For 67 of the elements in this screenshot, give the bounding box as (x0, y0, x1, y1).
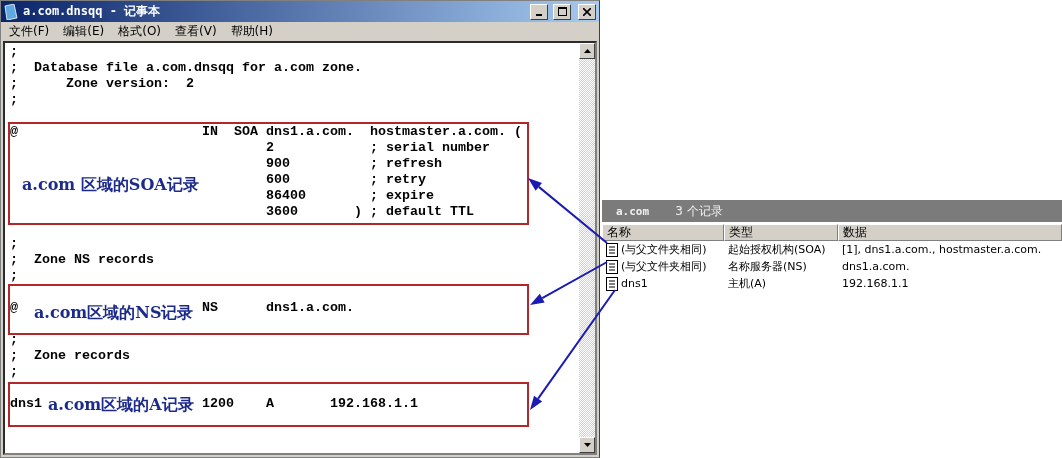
menu-item[interactable]: 查看(V) (175, 22, 217, 40)
code-text: IN SOA dns1.a.com. hostmaster.a.com. ( (201, 124, 522, 139)
code-text: ; (10, 92, 18, 107)
annotation-label: a.com区域的A记录 (48, 396, 194, 414)
code-text: ; (10, 364, 18, 379)
code-text: NS (201, 300, 218, 315)
menu-item[interactable]: 格式(O) (118, 22, 162, 40)
code-text: 1200 (201, 396, 234, 411)
code-text: ) ; default TTL (353, 204, 474, 219)
code-text: 2 (265, 140, 274, 155)
table-cell-text: dns1 (621, 276, 648, 292)
table-cell-text: 主机(A) (727, 276, 768, 292)
caret-up-icon (583, 49, 591, 53)
record-icon (606, 276, 618, 291)
column-header[interactable]: 名称 (602, 224, 724, 241)
notepad-icon (4, 3, 18, 20)
table-cell-text: [1], dns1.a.com., hostmaster.a.com. (841, 242, 1043, 258)
scroll-down-button[interactable] (579, 437, 595, 453)
code-text: 3600 (265, 204, 298, 219)
close-icon (583, 7, 591, 16)
close-button[interactable] (578, 3, 596, 20)
table-cell-text: (与父文件夹相同) (621, 242, 707, 258)
menu-item[interactable]: 编辑(E) (63, 22, 105, 40)
code-text: 900 (265, 156, 290, 171)
code-text: ; expire (369, 188, 434, 203)
code-text: 86400 (265, 188, 306, 203)
minimize-icon (536, 13, 542, 16)
code-text: ; Database file a.com.dnsqq for a.com zone. (10, 60, 362, 75)
code-text: Zone version: 2 (66, 76, 194, 91)
annotation-label: a.com区域的NS记录 (34, 304, 194, 322)
menu-item[interactable]: 文件(F) (9, 22, 50, 40)
code-text: ; refresh (369, 156, 442, 171)
code-text: ; Zone NS records (10, 252, 154, 267)
record-icon (606, 242, 618, 257)
code-text: ; (10, 44, 18, 59)
code-text: @ (10, 124, 18, 139)
menu-item[interactable]: 帮助(H) (230, 22, 273, 40)
scroll-up-button[interactable] (579, 43, 595, 59)
table-cell-text: 名称服务器(NS) (727, 259, 808, 275)
window-title: a.com.dnsqq - 记事本 (23, 3, 162, 20)
record-count: 3 个记录 (675, 202, 723, 220)
maximize-button[interactable] (553, 3, 571, 20)
code-text: ; (10, 268, 18, 283)
code-text: 600 (265, 172, 290, 187)
table-cell-text: (与父文件夹相同) (621, 259, 707, 275)
table-cell-text: dns1.a.com. (841, 259, 911, 275)
code-text: ; retry (369, 172, 426, 187)
record-icon (606, 259, 618, 274)
code-text: dns1.a.com. (265, 300, 354, 315)
table-cell-text: 起始授权机构(SOA) (727, 242, 827, 258)
code-text: ; (10, 76, 18, 91)
code-text: @ (10, 300, 18, 315)
minimize-button[interactable] (530, 3, 548, 20)
code-text: ; (10, 236, 18, 251)
zone-name: a.com (616, 204, 650, 218)
code-text: 192.168.1.1 (329, 396, 418, 411)
code-text: ; (10, 332, 18, 347)
code-text: ; Zone records (10, 348, 130, 363)
code-text: ; serial number (369, 140, 490, 155)
column-header[interactable]: 数据 (838, 224, 1062, 241)
annotation-label: a.com 区域的SOA记录 (22, 176, 199, 194)
table-cell-text: 192.168.1.1 (841, 276, 910, 292)
column-header[interactable]: 类型 (724, 224, 838, 241)
code-text: dns1 (10, 396, 42, 411)
caret-down-icon (583, 443, 591, 447)
code-text: A (265, 396, 274, 411)
maximize-icon (557, 7, 567, 16)
